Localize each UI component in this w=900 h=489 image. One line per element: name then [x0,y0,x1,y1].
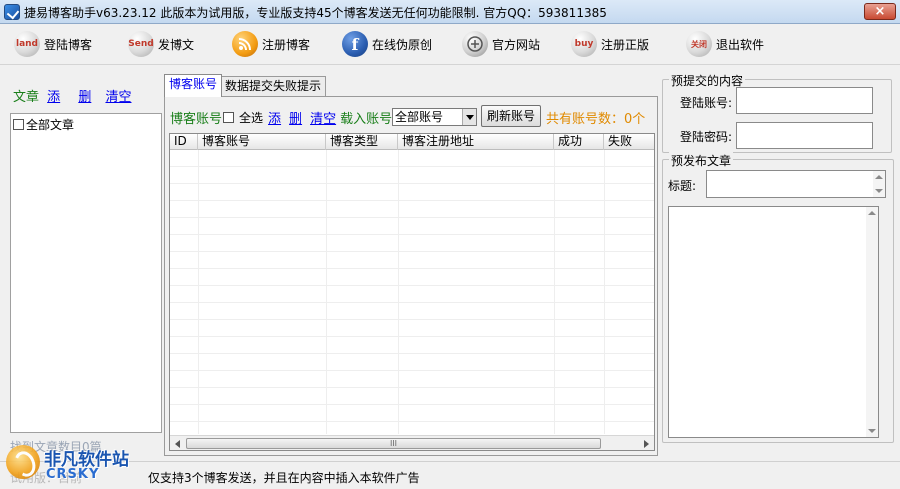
column-header-account[interactable]: 博客账号 [198,134,326,150]
title-label: 标题: [668,179,697,193]
column-divider [198,150,199,434]
toolbar-label: 登陆博客 [44,37,93,52]
table-body [170,150,654,434]
register-blog-button[interactable]: 注册博客 [232,29,310,59]
watermark-en: CRSKY [46,467,100,482]
article-tree[interactable]: 全部文章 [10,113,162,433]
crsky-logo-icon [6,445,40,479]
select-all-label: 全选 [239,110,264,125]
article-actions: 文章 添 删 清空 [13,86,131,105]
toolbar-label: 在线伪原创 [372,37,433,52]
column-header-success[interactable]: 成功 [554,134,604,150]
scroll-down-icon[interactable] [866,425,878,437]
column-divider [604,150,605,434]
scroll-left-icon[interactable] [170,436,186,450]
tree-item-label: 全部文章 [26,118,75,132]
load-accounts-select[interactable]: 全部账号 [392,108,477,126]
facebook-icon: f [342,31,368,57]
login-account-field[interactable] [736,87,873,114]
column-header-id[interactable]: ID [170,134,198,150]
tab-submit-failures[interactable]: 数据提交失败提示 [220,76,327,96]
select-all-checkbox[interactable] [223,111,235,123]
add-account-link[interactable]: 添 [268,108,281,127]
column-header-url[interactable]: 博客注册地址 [398,134,554,150]
close-window-button[interactable]: × [864,3,896,20]
blog-accounts-label: 博客账号 [170,111,223,127]
toolbar-label: 官方网站 [492,37,541,52]
send-icon: Send [128,31,154,57]
post-article-button[interactable]: Send 发博文 [128,29,194,59]
select-value: 全部账号 [395,110,444,124]
chevron-down-icon[interactable] [462,109,476,125]
scroll-right-icon[interactable] [638,436,654,450]
login-password-label: 登陆密码: [680,130,733,144]
delete-account-link[interactable]: 删 [289,108,302,127]
column-divider [326,150,327,434]
refresh-accounts-button[interactable]: 刷新账号 [481,105,541,127]
clear-accounts-link[interactable]: 清空 [310,108,336,127]
column-divider [398,150,399,434]
login-account-label: 登陆账号: [680,96,733,110]
submit-content-legend: 预提交的内容 [669,72,746,89]
toolbar-label: 注册博客 [262,37,311,52]
column-header-type[interactable]: 博客类型 [326,134,398,150]
article-content-field[interactable] [668,206,879,438]
accounts-table[interactable]: ID 博客账号 博客类型 博客注册地址 成功 失败 III [169,133,655,451]
article-title-field[interactable] [706,170,886,198]
toolbar-label: 注册正版 [601,37,650,52]
scroll-up-icon[interactable] [873,171,885,183]
tree-item-all-articles[interactable]: 全部文章 [13,116,74,133]
official-website-button[interactable]: 官方网站 [462,29,540,59]
status-text: 仅支持3个博客发送，并且在内容中插入本软件广告 [148,471,420,485]
app-icon [4,4,20,20]
rss-icon [232,31,258,57]
watermark: 非凡软件站 CRSKY [4,439,154,485]
delete-article-link[interactable]: 删 [78,90,91,105]
publish-article-legend: 预发布文章 [669,152,734,169]
toolbar: land 登陆博客 Send 发博文 注册博客 f 在线伪原创 官方网站 buy… [0,25,900,65]
online-rewrite-button[interactable]: f 在线伪原创 [342,29,432,59]
column-divider [554,150,555,434]
toolbar-label: 退出软件 [716,37,765,52]
column-header-fail[interactable]: 失败 [604,134,654,150]
articles-label: 文章 [13,90,40,105]
load-accounts-label: 载入账号: [340,111,397,127]
exit-software-button[interactable]: 关闭 退出软件 [686,29,764,59]
login-password-field[interactable] [736,122,873,149]
vertical-scrollbar[interactable] [866,207,878,437]
horizontal-scrollbar[interactable]: III [170,435,654,450]
window-title: 捷易博客助手v63.23.12 此版本为试用版，专业版支持45个博客发送无任何功… [24,6,607,20]
buy-icon: buy [571,31,597,57]
table-header: ID 博客账号 博客类型 博客注册地址 成功 失败 [170,134,654,150]
vertical-scrollbar[interactable] [873,171,885,197]
exit-icon: 关闭 [686,31,712,57]
scrollbar-thumb[interactable]: III [186,438,601,449]
add-article-link[interactable]: 添 [47,90,60,105]
scroll-up-icon[interactable] [866,207,878,219]
tab-blog-accounts[interactable]: 博客账号 [164,74,223,97]
clear-articles-link[interactable]: 清空 [105,90,131,105]
scroll-down-icon[interactable] [873,185,885,197]
total-accounts: 共有账号数：0个 [546,112,646,127]
land-icon: land [14,31,40,57]
login-blog-button[interactable]: land 登陆博客 [14,29,92,59]
all-articles-checkbox[interactable] [13,119,24,130]
register-license-button[interactable]: buy 注册正版 [571,29,649,59]
account-filter-row: 博客账号 全选 添 删 清空 载入账号: [170,105,396,129]
title-bar: 捷易博客助手v63.23.12 此版本为试用版，专业版支持45个博客发送无任何功… [0,0,900,24]
website-icon [462,31,488,57]
toolbar-label: 发博文 [158,37,195,52]
